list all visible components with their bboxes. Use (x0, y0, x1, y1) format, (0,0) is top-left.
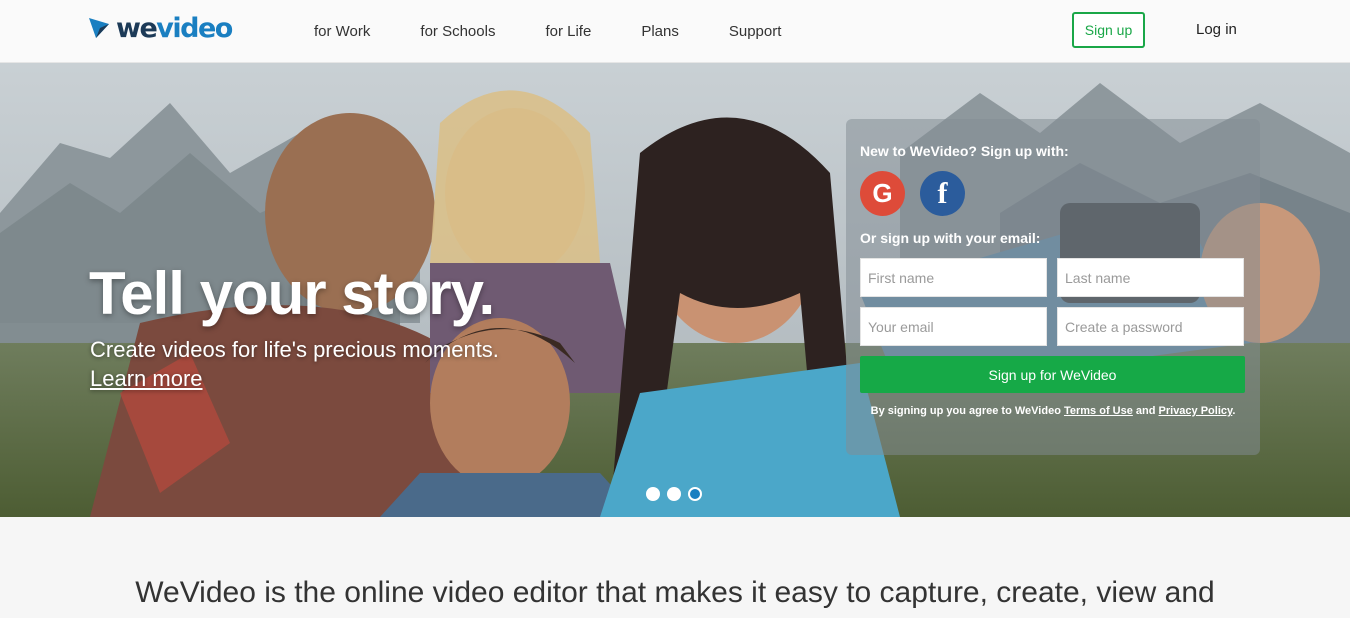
terms-of-use-link[interactable]: Terms of Use (1064, 405, 1133, 417)
nav-for-work[interactable]: for Work (314, 23, 370, 40)
email-signup-heading: Or sign up with your email: (860, 230, 1041, 246)
nav-for-life[interactable]: for Life (545, 23, 591, 40)
terms-and: and (1132, 405, 1159, 417)
nav-support[interactable]: Support (729, 23, 782, 40)
google-glyph: G (872, 178, 893, 208)
carousel-dots (646, 487, 702, 501)
header-signup-button[interactable]: Sign up (1072, 12, 1145, 48)
nav-for-schools[interactable]: for Schools (420, 23, 495, 40)
carousel-dot-2[interactable] (667, 487, 681, 501)
terms-notice: By signing up you agree to WeVideo Terms… (846, 405, 1260, 417)
terms-prefix: By signing up you agree to WeVideo (870, 405, 1064, 417)
hero-banner: Tell your story. Create videos for life'… (0, 63, 1350, 517)
email-field[interactable]: Your email (860, 307, 1047, 346)
login-link[interactable]: Log in (1196, 21, 1237, 38)
carousel-dot-3[interactable] (688, 487, 702, 501)
logo-wordmark: wevideo (116, 12, 233, 44)
carousel-dot-1[interactable] (646, 487, 660, 501)
google-icon[interactable]: G (860, 171, 905, 216)
password-field[interactable]: Create a password (1057, 307, 1244, 346)
site-header: wevideo for Work for Schools for Life Pl… (0, 0, 1350, 63)
last-name-field[interactable]: Last name (1057, 258, 1244, 297)
logo-mark-icon (89, 18, 109, 38)
hero-title: Tell your story. (89, 260, 495, 327)
hero-subtitle: Create videos for life's precious moment… (90, 337, 499, 362)
learn-more-link[interactable]: Learn more (90, 366, 203, 392)
terms-suffix: . (1232, 405, 1236, 417)
social-signup-heading: New to WeVideo? Sign up with: (860, 143, 1069, 159)
wevideo-logo[interactable]: wevideo (88, 12, 233, 44)
facebook-icon[interactable]: f (920, 171, 965, 216)
facebook-glyph: f (937, 176, 948, 210)
first-name-field[interactable]: First name (860, 258, 1047, 297)
nav-plans[interactable]: Plans (641, 23, 679, 40)
intro-tagline: WeVideo is the online video editor that … (135, 576, 1215, 609)
privacy-policy-link[interactable]: Privacy Policy (1159, 405, 1233, 417)
signup-submit-button[interactable]: Sign up for WeVideo (860, 356, 1245, 393)
main-nav: for Work for Schools for Life Plans Supp… (314, 0, 831, 63)
signup-panel: New to WeVideo? Sign up with: G f Or sig… (846, 119, 1260, 455)
